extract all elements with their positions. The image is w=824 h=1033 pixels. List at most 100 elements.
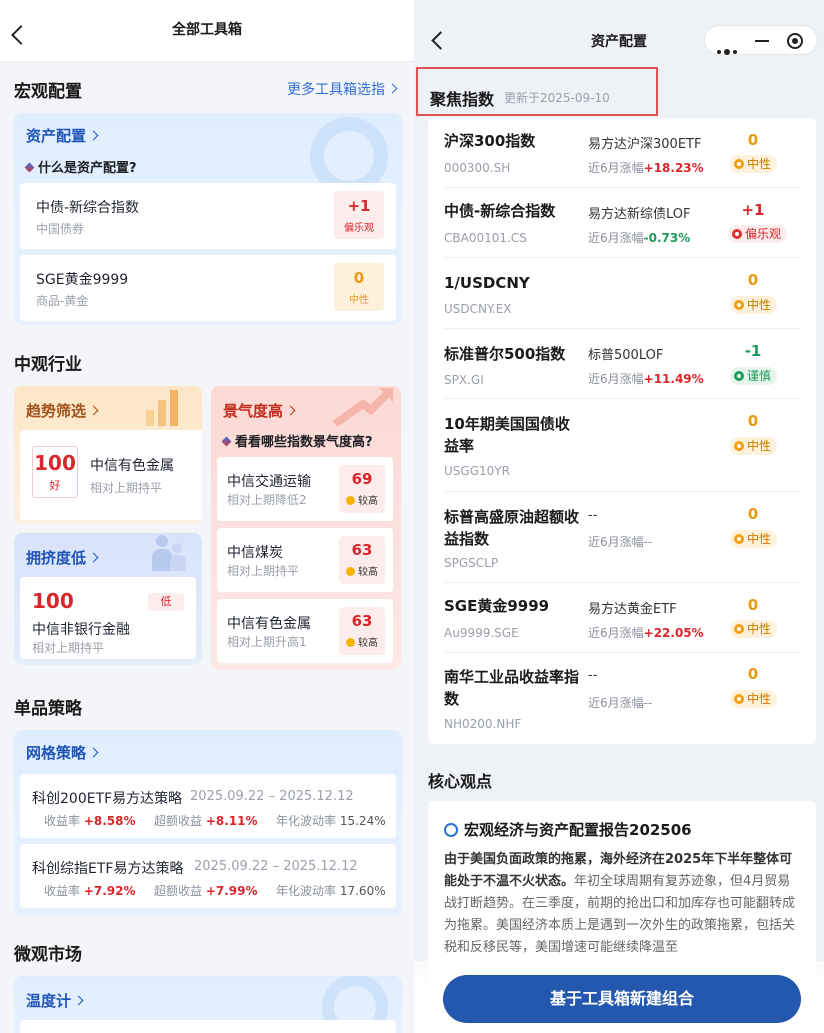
- sentiment-tag: 中性: [729, 530, 777, 548]
- six-month-change: 近6月涨幅-0.73%: [588, 231, 691, 245]
- which-high-prosperity-link[interactable]: 看看哪些指数景气度高?: [221, 431, 373, 450]
- update-time: 更新于2025-09-10: [504, 91, 610, 105]
- focus-index-header: 聚焦指数 更新于2025-09-10: [416, 67, 658, 116]
- item-name: 中信有色金属: [90, 458, 174, 474]
- close-target-icon[interactable]: [787, 33, 803, 49]
- high-prosperity-card[interactable]: 景气度高 看看哪些指数景气度高? 中信交通运输 相对上期降低2 69 较高 中信…: [211, 386, 401, 670]
- index-score: 0: [747, 596, 759, 614]
- create-portfolio-button[interactable]: 基于工具箱新建组合: [443, 975, 801, 1023]
- caution-icon: [733, 371, 744, 381]
- index-row[interactable]: 标准普尔500指数 SPX.GI 标普500LOF 近6月涨幅+11.49% -…: [444, 329, 800, 399]
- fund-name[interactable]: 易方达黄金ETF: [588, 598, 677, 617]
- index-row[interactable]: 沪深300指数 000300.SH 易方达沪深300ETF 近6月涨幅+18.2…: [444, 118, 800, 188]
- thermometer-title[interactable]: 温度计: [26, 990, 84, 1011]
- diamond-icon: [24, 162, 35, 173]
- score-badge: 63 较高: [339, 607, 385, 655]
- list-item[interactable]: SGE黄金9999 商品-黄金 0 中性: [20, 255, 396, 321]
- volatility-metric: 年化波动率 17.60%: [276, 884, 386, 898]
- sentiment-tag: 偏乐观: [727, 225, 787, 243]
- index-row[interactable]: 标普高盛原油超额收益指数 SPGSCLP -- 近6月涨幅-- 0 中性: [444, 492, 800, 583]
- item-name: 中信煤炭: [227, 545, 283, 561]
- fund-name[interactable]: 易方达沪深300ETF: [588, 133, 701, 152]
- asset-allocation-panel: 资产配置 聚焦指数 更新于2025-09-10 沪深300指数 000300.S…: [414, 0, 824, 1033]
- fund-name[interactable]: 易方达新综债LOF: [588, 203, 691, 222]
- view-badge: +1 偏乐观: [334, 191, 384, 239]
- asset-allocation-card[interactable]: 资产配置 什么是资产配置? 中债-新综合指数 中国债券 +1 偏乐观 SGE黄金…: [14, 113, 402, 325]
- fund-name: --: [588, 508, 598, 523]
- item-name: 中信非银行金融: [32, 622, 130, 638]
- index-score: -1: [744, 342, 762, 360]
- section-title-single: 单品策略: [14, 699, 82, 719]
- item-sub: 相对上期持平: [32, 641, 105, 655]
- neutral-icon: [733, 300, 744, 310]
- index-name: 10年期美国国债收益率: [444, 415, 570, 455]
- grid-strategy-title[interactable]: 网格策略: [26, 742, 99, 763]
- back-arrow-icon[interactable]: [11, 25, 31, 45]
- fund-name: --: [588, 668, 598, 683]
- index-code: Au9999.SGE: [444, 626, 519, 640]
- grid-strategy-card[interactable]: 网格策略 科创200ETF易方达策略 2025.09.22 – 2025.12.…: [14, 730, 402, 916]
- item-name: SGE黄金9999: [36, 272, 129, 288]
- index-code: 000300.SH: [444, 161, 511, 175]
- asset-allocation-title[interactable]: 资产配置: [26, 125, 99, 146]
- trend-item[interactable]: 100 好 中信有色金属 相对上期持平: [20, 430, 202, 520]
- more-icon[interactable]: [717, 39, 740, 58]
- thermometer-card[interactable]: 温度计: [14, 976, 402, 1033]
- index-code: NH0200.NHF: [444, 717, 522, 731]
- neutral-icon: [733, 441, 744, 451]
- trend-arrow-icon: [332, 386, 395, 428]
- index-score: 0: [747, 665, 759, 683]
- six-month-change: 近6月涨幅+11.49%: [588, 372, 704, 386]
- smile-icon: [346, 638, 355, 647]
- trend-filter-card[interactable]: 趋势筛选 100 好 中信有色金属 相对上期持平: [14, 386, 202, 524]
- index-name: 标准普尔500指数: [444, 345, 566, 363]
- sentiment-tag: 中性: [729, 690, 777, 708]
- index-score: 0: [747, 412, 759, 430]
- six-month-change: 近6月涨幅+18.23%: [588, 161, 704, 175]
- crowding-tag: 低: [148, 593, 184, 611]
- score-badge: 100 好: [32, 446, 78, 498]
- sentiment-tag: 中性: [729, 620, 777, 638]
- excess-metric: 超额收益 +7.99%: [154, 884, 258, 898]
- strategy-date: 2025.09.22 – 2025.12.12: [194, 859, 358, 874]
- item-name: 中信有色金属: [227, 616, 311, 632]
- list-item[interactable]: 中信交通运输 相对上期降低2 69 较高: [217, 457, 393, 521]
- sentiment-tag: 中性: [729, 437, 777, 455]
- trend-filter-title[interactable]: 趋势筛选: [26, 400, 99, 421]
- index-row[interactable]: SGE黄金9999 Au9999.SGE 易方达黄金ETF 近6月涨幅+22.0…: [444, 583, 800, 653]
- index-row[interactable]: 中债-新综合指数 CBA00101.CS 易方达新综债LOF 近6月涨幅-0.7…: [444, 188, 800, 258]
- index-score: +1: [741, 201, 765, 219]
- index-row[interactable]: 10年期美国国债收益率 USGG10YR 0 中性: [444, 399, 800, 492]
- index-name: 南华工业品收益率指数: [444, 668, 580, 708]
- index-row[interactable]: 南华工业品收益率指数 NH0200.NHF -- 近6月涨幅-- 0 中性: [444, 653, 800, 744]
- section-title-macro: 宏观配置: [14, 82, 82, 102]
- index-name: 标普高盛原油超额收益指数: [444, 508, 580, 548]
- fund-name[interactable]: 标普500LOF: [588, 344, 663, 363]
- index-name: 沪深300指数: [444, 132, 536, 150]
- bar-chart-icon: [146, 386, 188, 426]
- volatility-metric: 年化波动率 15.24%: [276, 814, 386, 828]
- strategy-row[interactable]: 科创200ETF易方达策略 2025.09.22 – 2025.12.12 收益…: [20, 774, 396, 838]
- report-title[interactable]: 宏观经济与资产配置报告202506: [444, 819, 692, 840]
- thermometer-item[interactable]: [20, 1020, 396, 1033]
- list-item[interactable]: 中信煤炭 相对上期持平 63 较高: [217, 528, 393, 592]
- list-item[interactable]: 中债-新综合指数 中国债券 +1 偏乐观: [20, 183, 396, 249]
- high-prosperity-title[interactable]: 景气度高: [223, 400, 296, 421]
- minimize-icon[interactable]: [755, 40, 769, 42]
- index-code: SPX.GI: [444, 373, 484, 387]
- index-list: 沪深300指数 000300.SH 易方达沪深300ETF 近6月涨幅+18.2…: [428, 118, 816, 744]
- what-is-asset-allocation-link[interactable]: 什么是资产配置?: [24, 157, 137, 176]
- item-name: 中债-新综合指数: [36, 200, 140, 216]
- strategy-row[interactable]: 科创综指ETF易方达策略 2025.09.22 – 2025.12.12 收益率…: [20, 844, 396, 908]
- list-item[interactable]: 中信有色金属 相对上期升高1 63 较高: [217, 599, 393, 663]
- index-name: SGE黄金9999: [444, 597, 550, 615]
- index-row[interactable]: 1/USDCNY USDCNY.EX 0 中性: [444, 258, 800, 329]
- index-score: 0: [747, 505, 759, 523]
- crowding-item[interactable]: 100 低 中信非银行金融 相对上期持平: [20, 577, 196, 659]
- low-crowding-card[interactable]: 拥挤度低 100 低 中信非银行金融 相对上期持平: [14, 533, 202, 665]
- low-crowding-title[interactable]: 拥挤度低: [26, 547, 99, 568]
- score-badge: 69 较高: [339, 465, 385, 513]
- people-icon: [152, 533, 188, 575]
- strategy-name: 科创综指ETF易方达策略: [32, 861, 184, 877]
- more-toolbox-link[interactable]: 更多工具箱选指: [287, 79, 398, 99]
